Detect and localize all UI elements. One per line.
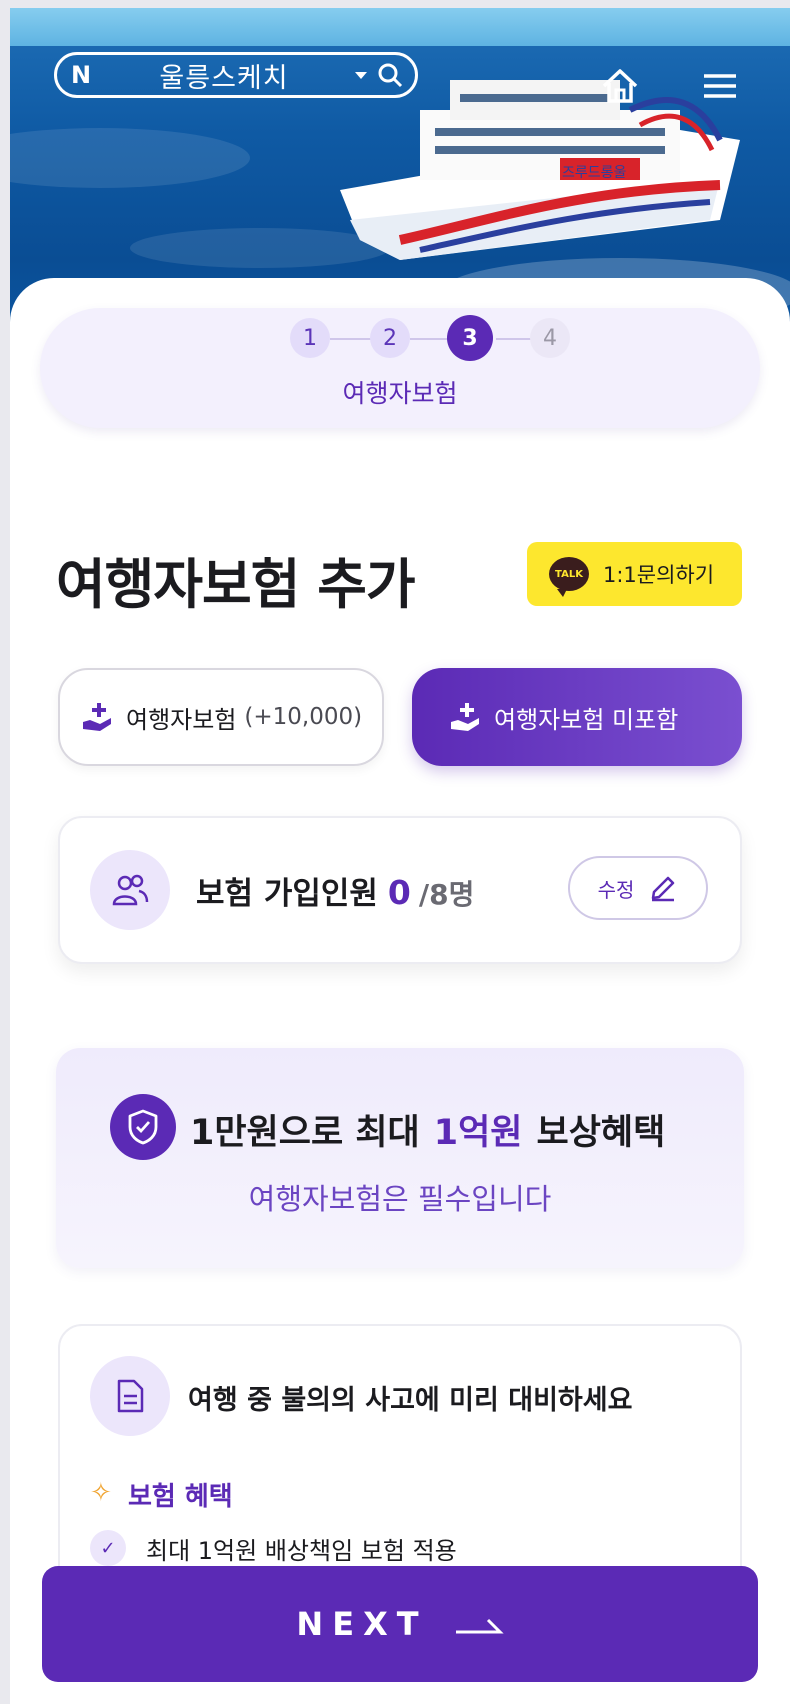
step-2[interactable]: 2: [370, 318, 410, 358]
people-count: 0: [387, 873, 411, 912]
people-max: /8명: [418, 878, 475, 911]
edit-people-button[interactable]: 수정: [568, 856, 708, 920]
info-section-title: 보험 혜택: [128, 1482, 233, 1512]
sparkle-icon: ✧: [90, 1478, 112, 1508]
people-label: 보험 가입인원: [196, 876, 378, 912]
step-3-active[interactable]: 3: [447, 315, 493, 361]
benefit-suffix: 보상혜택: [536, 1113, 666, 1153]
exclude-option-label: 여행자보험 미포함: [494, 705, 679, 734]
search-query-text[interactable]: 울릉스케치: [93, 56, 355, 95]
benefit-highlight: 1억원: [433, 1113, 523, 1153]
search-bar[interactable]: N 울릉스케치: [54, 52, 418, 98]
step-4: 4: [530, 318, 570, 358]
next-button[interactable]: NEXT: [42, 1566, 758, 1682]
search-icon[interactable]: [377, 62, 403, 88]
booking-stepper: 1 2 3 4 여행자보험: [40, 308, 760, 428]
people-label-row: 보험 가입인원 0/8명: [196, 868, 474, 913]
benefit-subtext: 여행자보험은 필수입니다: [248, 1182, 552, 1216]
svg-text:즈루드롱울: 즈루드롱울: [562, 165, 627, 181]
naver-logo-icon: N: [70, 61, 92, 89]
check-icon: ✓: [90, 1530, 126, 1566]
home-icon[interactable]: [600, 66, 640, 106]
benefit-prefix: 1만원으로 최대: [190, 1113, 420, 1153]
include-option-price: (+10,000): [244, 704, 363, 730]
shield-check-icon: [110, 1094, 176, 1160]
next-button-label: NEXT: [296, 1605, 428, 1643]
info-title: 여행 중 불의의 사고에 미리 대비하세요: [188, 1385, 633, 1416]
edit-button-label: 수정: [597, 877, 635, 902]
content-sheet: 1 2 3 4 여행자보험 여행자보험 추가 TALK 1:1문의하기 여행자보…: [10, 278, 790, 1704]
ferry-ship-image: 즈루드롱울: [340, 80, 740, 260]
menu-icon[interactable]: [700, 66, 740, 106]
step-1[interactable]: 1: [290, 318, 330, 358]
kakao-talk-icon: TALK: [549, 557, 589, 597]
page-title: 여행자보험 추가: [56, 553, 416, 616]
include-option-label: 여행자보험: [126, 705, 237, 734]
current-step-title: 여행자보험: [342, 379, 458, 408]
benefit-list-item: ✓ 최대 1억원 배상책임 보험 적용: [90, 1530, 457, 1566]
pencil-icon: [652, 876, 675, 902]
wave-decoration: [10, 128, 250, 188]
talk-button-label: 1:1문의하기: [603, 563, 715, 587]
benefit-headline: 1만원으로 최대 1억원 보상혜택: [190, 1104, 665, 1155]
insurance-include-option[interactable]: 여행자보험 (+10,000): [58, 668, 384, 766]
sky-background: [10, 8, 790, 46]
hand-plus-icon: [451, 703, 479, 731]
hand-plus-icon: [83, 703, 111, 731]
app-frame: 즈루드롱울 N 울릉스케치 1 2 3 4 여행자보험 여행자보험 추가 TAL…: [10, 8, 790, 1704]
benefit-banner: 1만원으로 최대 1억원 보상혜택 여행자보험은 필수입니다: [56, 1048, 744, 1268]
people-icon: [90, 850, 170, 930]
insurance-exclude-option[interactable]: 여행자보험 미포함: [412, 668, 742, 766]
document-icon: [90, 1356, 170, 1436]
insured-people-card: 보험 가입인원 0/8명 수정: [58, 816, 742, 964]
arrow-right-icon: [455, 1618, 504, 1634]
kakao-talk-inquiry-button[interactable]: TALK 1:1문의하기: [527, 542, 742, 606]
benefit-item-text: 최대 1억원 배상책임 보험 적용: [146, 1536, 457, 1565]
dropdown-caret-icon[interactable]: [355, 71, 367, 79]
